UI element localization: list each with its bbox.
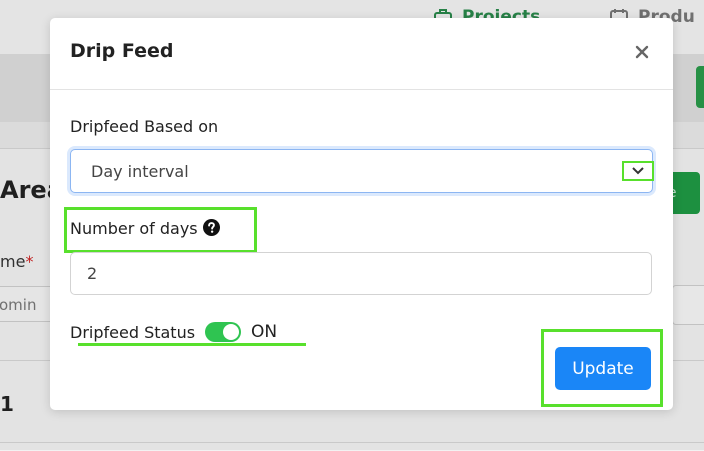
- dripfeed-based-on-select[interactable]: Day interval: [70, 149, 654, 193]
- number-of-days-input[interactable]: [70, 252, 652, 295]
- drip-feed-modal: Drip Feed Dripfeed Based on Day interval…: [50, 18, 673, 410]
- dripfeed-status-toggle[interactable]: [205, 322, 242, 342]
- toggle-knob: [223, 324, 240, 340]
- modal-header: Drip Feed: [50, 18, 673, 90]
- number-of-days-label-text: Number of days: [70, 219, 198, 238]
- close-icon: [635, 45, 649, 59]
- update-button[interactable]: Update: [555, 347, 651, 390]
- dripfeed-status-label: Dripfeed Status: [70, 322, 196, 342]
- select-value: Day interval: [91, 162, 189, 181]
- chevron-down-icon: [632, 167, 644, 175]
- select-toggle[interactable]: [622, 161, 654, 181]
- dripfeed-status-row: Dripfeed Status ON: [70, 321, 277, 343]
- highlight-underline-status: [78, 343, 306, 346]
- dripfeed-status-state: ON: [251, 322, 278, 342]
- dripfeed-based-on-label: Dripfeed Based on: [70, 117, 219, 136]
- question-circle-icon[interactable]: [202, 219, 220, 236]
- number-of-days-label: Number of days: [70, 219, 220, 238]
- close-button[interactable]: [630, 40, 654, 64]
- modal-title: Drip Feed: [70, 40, 174, 62]
